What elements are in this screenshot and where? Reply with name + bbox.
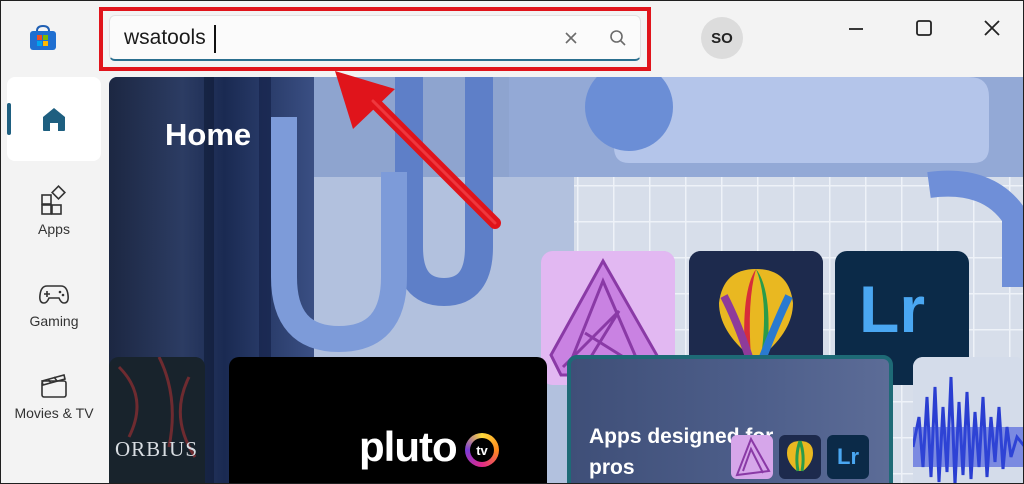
- sidebar-item-label: Movies & TV: [14, 405, 94, 421]
- title-bar: SO: [1, 1, 1023, 77]
- mini-tile-affinity: [731, 435, 773, 479]
- maximize-icon: [916, 20, 932, 36]
- mini-tile-coreldraw: [779, 435, 821, 479]
- home-hero: Home Lr ORBIUS pluto tv Apps designed fo…: [109, 77, 1023, 483]
- sidebar-item-home[interactable]: [7, 77, 101, 161]
- card-audio-editor[interactable]: [913, 357, 1023, 483]
- card-apps-designed-for-pros[interactable]: Apps designed for pros Lr: [567, 355, 893, 483]
- home-icon: [43, 108, 65, 131]
- pluto-tv-badge: tv: [465, 433, 499, 467]
- morbius-artwork: [109, 357, 205, 483]
- clear-icon[interactable]: [562, 29, 580, 47]
- microsoft-store-window: SO Apps: [0, 0, 1024, 484]
- gamepad-icon: [39, 285, 69, 304]
- store-logo-icon: [30, 25, 56, 50]
- close-button[interactable]: [969, 11, 1015, 45]
- search-box[interactable]: [109, 15, 641, 61]
- search-icon[interactable]: [608, 28, 628, 48]
- pluto-logo-text: pluto: [359, 423, 458, 470]
- search-input[interactable]: [124, 24, 544, 52]
- sidebar-item-label: Apps: [38, 221, 70, 237]
- mini-tile-lightroom: Lr: [827, 435, 869, 479]
- waveform-artwork: [913, 357, 1023, 483]
- apps-icon: [41, 185, 66, 215]
- close-icon: [984, 20, 1000, 36]
- card-morbius[interactable]: ORBIUS: [109, 357, 205, 483]
- sidebar-item-movies-tv[interactable]: Movies & TV: [7, 353, 101, 437]
- active-indicator: [7, 103, 11, 135]
- pluto-tv-badge-text: tv: [470, 438, 494, 462]
- clapperboard-icon: [41, 374, 67, 398]
- sidebar-item-apps[interactable]: Apps: [7, 169, 101, 253]
- page-title: Home: [165, 117, 252, 152]
- lightroom-logo-text: Lr: [859, 272, 925, 346]
- card-pluto-tv[interactable]: pluto tv: [229, 357, 547, 483]
- maximize-button[interactable]: [901, 11, 947, 45]
- account-avatar[interactable]: SO: [701, 17, 743, 59]
- navigation-sidebar: Apps Gaming Movies & TV: [1, 77, 109, 483]
- minimize-button[interactable]: [833, 11, 879, 45]
- sidebar-item-gaming[interactable]: Gaming: [7, 261, 101, 345]
- sidebar-item-label: Gaming: [29, 313, 79, 329]
- text-cursor: [214, 25, 216, 53]
- morbius-title-text: ORBIUS: [115, 437, 199, 461]
- minimize-icon: [849, 28, 863, 30]
